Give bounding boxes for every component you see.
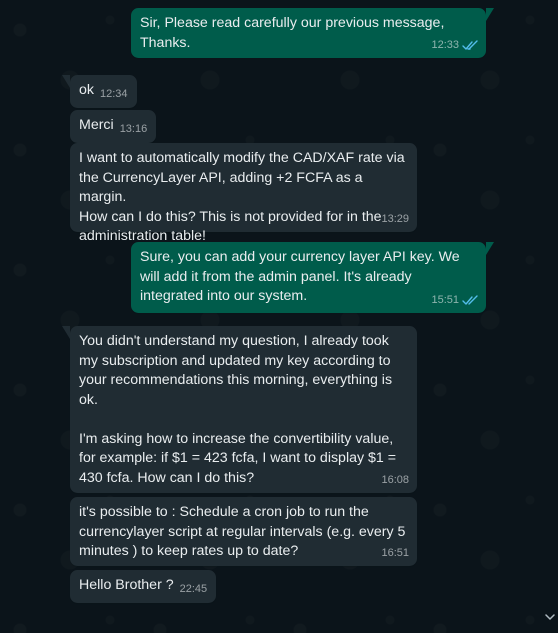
message-text: it's possible to : Schedule a cron job t… bbox=[79, 504, 406, 559]
message-text: Hello Brother ? bbox=[79, 577, 174, 593]
message-time: 15:51 bbox=[431, 293, 459, 306]
message-incoming[interactable]: I want to automatically modify the CAD/X… bbox=[70, 143, 417, 244]
message-meta: 16:51 bbox=[381, 544, 409, 564]
message-text: You didn't understand my question, I alr… bbox=[79, 333, 397, 486]
message-incoming[interactable]: You didn't understand my question, I alr… bbox=[62, 326, 417, 493]
message-time: 16:08 bbox=[381, 473, 409, 486]
bubble-tail bbox=[486, 8, 494, 21]
message-meta: 13:16 bbox=[120, 120, 148, 140]
message-outgoing[interactable]: Sir, Please read carefully our previous … bbox=[131, 8, 494, 58]
message-outgoing[interactable]: Sure, you can add your currency layer AP… bbox=[131, 242, 494, 313]
chevron-down-icon[interactable] bbox=[545, 613, 555, 621]
message-time: 22:45 bbox=[179, 583, 208, 595]
message-text: Sure, you can add your currency layer AP… bbox=[140, 249, 460, 304]
message-text: I want to automatically modify the CAD/X… bbox=[79, 150, 405, 244]
message-meta: 16:08 bbox=[381, 471, 409, 491]
message-time: 12:34 bbox=[99, 88, 128, 100]
message-meta: 12:33 bbox=[431, 36, 478, 56]
message-incoming[interactable]: it's possible to : Schedule a cron job t… bbox=[70, 497, 417, 566]
bubble-tail bbox=[62, 326, 70, 339]
message-meta: 13:29 bbox=[381, 210, 409, 230]
double-check-icon bbox=[462, 40, 478, 50]
message-incoming[interactable]: Hello Brother ? 22:45 bbox=[70, 570, 217, 603]
message-time: 13:16 bbox=[119, 123, 148, 135]
message-time: 13:29 bbox=[381, 212, 409, 225]
message-text: Merci bbox=[79, 117, 114, 133]
bubble-tail bbox=[486, 242, 494, 255]
chat-panel[interactable]: Sir, Please read carefully our previous … bbox=[0, 0, 558, 633]
bubble-tail bbox=[62, 75, 70, 88]
message-incoming[interactable]: Merci 13:16 bbox=[70, 110, 157, 143]
message-meta: 12:34 bbox=[100, 85, 128, 105]
message-text: Sir, Please read carefully our previous … bbox=[140, 15, 445, 51]
message-text: ok bbox=[79, 82, 94, 98]
message-meta: 22:45 bbox=[180, 580, 208, 600]
message-incoming[interactable]: ok 12:34 bbox=[62, 75, 137, 108]
double-check-icon bbox=[462, 295, 478, 305]
message-meta: 15:51 bbox=[431, 291, 478, 311]
message-time: 16:51 bbox=[381, 546, 409, 559]
message-time: 12:33 bbox=[431, 38, 459, 51]
